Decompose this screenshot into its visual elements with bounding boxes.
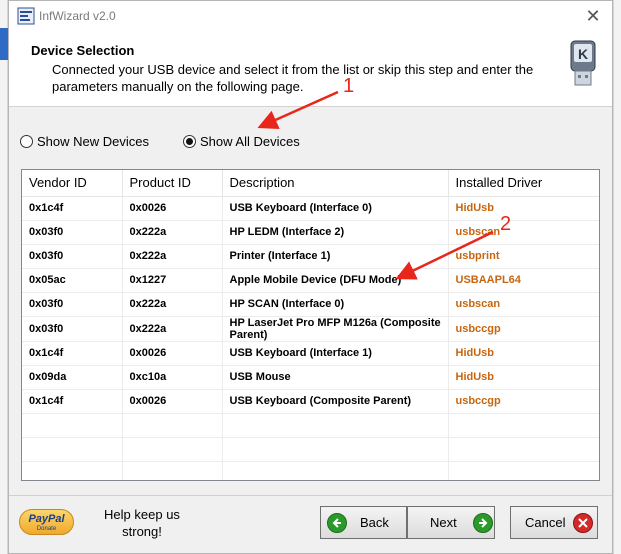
show-all-devices-option[interactable]: Show All Devices	[183, 133, 300, 149]
driver-cell: usbprint	[448, 244, 599, 269]
table-header-row: Vendor ID Product ID Description Install…	[22, 170, 599, 197]
column-header-description[interactable]: Description	[222, 170, 449, 197]
show-all-devices-radio[interactable]	[183, 134, 196, 148]
arrow-right-icon	[472, 512, 493, 533]
driver-cell: usbccgp	[448, 316, 599, 342]
empty-row	[22, 413, 599, 438]
vendor-id-cell: 0x03f0	[22, 244, 123, 269]
paypal-donate-button[interactable]: PayPal Donate	[19, 509, 74, 535]
driver-cell: HidUsb	[448, 365, 599, 390]
driver-cell: usbscan	[448, 292, 599, 317]
description-cell: USB Mouse	[222, 365, 449, 390]
column-header-installed-driver[interactable]: Installed Driver	[448, 170, 599, 197]
usb-drive-icon: K	[570, 40, 596, 86]
back-button[interactable]: Back	[320, 506, 407, 539]
driver-cell: USBAAPL64	[448, 268, 599, 293]
next-button[interactable]: Next	[407, 506, 495, 539]
empty-row	[22, 461, 599, 480]
show-new-devices-option[interactable]: Show New Devices	[20, 133, 149, 149]
vendor-id-cell: 0x1c4f	[22, 341, 123, 366]
cancel-button[interactable]: Cancel	[510, 506, 598, 539]
description-cell: HP SCAN (Interface 0)	[222, 292, 449, 317]
title-bar[interactable]: InfWizard v2.0 ✕	[9, 1, 612, 31]
table-row[interactable]: 0x05ac 0x1227 Apple Mobile Device (DFU Mod…	[22, 268, 599, 293]
table-row[interactable]: 0x1c4f 0x0026 USB Keyboard (Interface 1) Hi…	[22, 341, 599, 366]
infwizard-window: InfWizard v2.0 ✕ Device Selection Connec…	[8, 0, 613, 554]
svg-text:K: K	[578, 46, 588, 62]
next-button-label: Next	[430, 515, 457, 530]
app-icon	[17, 7, 35, 25]
product-id-cell: 0x0026	[122, 389, 223, 414]
paypal-logo-text: PayPal	[28, 513, 65, 525]
show-new-devices-radio[interactable]	[20, 134, 33, 148]
back-button-label: Back	[360, 515, 389, 530]
product-id-cell: 0x222a	[122, 244, 223, 269]
description-cell: USB Keyboard (Interface 1)	[222, 341, 449, 366]
driver-cell: usbscan	[448, 220, 599, 245]
product-id-cell: 0x222a	[122, 292, 223, 317]
table-row[interactable]: 0x03f0 0x222a HP LaserJet Pro MFP M126a (C…	[22, 316, 599, 342]
background-window-right	[613, 0, 621, 554]
description-cell: USB Keyboard (Composite Parent)	[222, 389, 449, 414]
empty-row	[22, 437, 599, 462]
product-id-cell: 0xc10a	[122, 365, 223, 390]
vendor-id-cell: 0x03f0	[22, 316, 123, 342]
column-header-product-id[interactable]: Product ID	[122, 170, 223, 197]
table-row[interactable]: 0x1c4f 0x0026 USB Keyboard (Composite Pare…	[22, 389, 599, 414]
window-title: InfWizard v2.0	[39, 9, 116, 23]
vendor-id-cell: 0x09da	[22, 365, 123, 390]
product-id-cell: 0x1227	[122, 268, 223, 293]
description-cell: USB Keyboard (Interface 0)	[222, 196, 449, 221]
description-cell: Printer (Interface 1)	[222, 244, 449, 269]
table-row[interactable]: 0x1c4f 0x0026 USB Keyboard (Interface 0) Hi…	[22, 196, 599, 221]
arrow-left-icon	[327, 512, 347, 533]
wizard-header: Device Selection Connected your USB devi…	[9, 31, 612, 107]
column-header-vendor-id[interactable]: Vendor ID	[22, 170, 123, 197]
table-row[interactable]: 0x09da 0xc10a USB Mouse HidUsb	[22, 365, 599, 390]
table-row[interactable]: 0x03f0 0x222a HP SCAN (Interface 0) usbscan	[22, 292, 599, 317]
vendor-id-cell: 0x03f0	[22, 292, 123, 317]
page-title: Device Selection	[31, 43, 135, 58]
footer-divider	[9, 495, 612, 496]
show-new-devices-label: Show New Devices	[37, 133, 149, 149]
description-cell: HP LaserJet Pro MFP M126a (Composite Par…	[222, 316, 449, 342]
paypal-donate-text: Donate	[36, 526, 57, 532]
show-all-devices-label: Show All Devices	[200, 133, 300, 149]
close-icon[interactable]: ✕	[582, 5, 604, 27]
page-description: Connected your USB device and select it …	[52, 62, 534, 94]
device-list[interactable]: Vendor ID Product ID Description Install…	[21, 169, 600, 481]
product-id-cell: 0x0026	[122, 196, 223, 221]
vendor-id-cell: 0x1c4f	[22, 389, 123, 414]
table-row[interactable]: 0x03f0 0x222a Printer (Interface 1) usbprin…	[22, 244, 599, 269]
product-id-cell: 0x0026	[122, 341, 223, 366]
product-id-cell: 0x222a	[122, 220, 223, 245]
background-window-left	[0, 0, 8, 554]
description-cell: HP LEDM (Interface 2)	[222, 220, 449, 245]
cancel-button-label: Cancel	[525, 515, 566, 530]
table-row[interactable]: 0x03f0 0x222a HP LEDM (Interface 2) usbscan	[22, 220, 599, 245]
driver-cell: HidUsb	[448, 196, 599, 221]
vendor-id-cell: 0x1c4f	[22, 196, 123, 221]
product-id-cell: 0x222a	[122, 316, 223, 342]
cancel-icon	[573, 512, 594, 533]
driver-cell: usbccgp	[448, 389, 599, 414]
description-cell: Apple Mobile Device (DFU Mode)	[222, 268, 449, 293]
vendor-id-cell: 0x05ac	[22, 268, 123, 293]
driver-cell: HidUsb	[448, 341, 599, 366]
help-keep-us-strong-text: Help keep us strong!	[104, 507, 180, 539]
vendor-id-cell: 0x03f0	[22, 220, 123, 245]
